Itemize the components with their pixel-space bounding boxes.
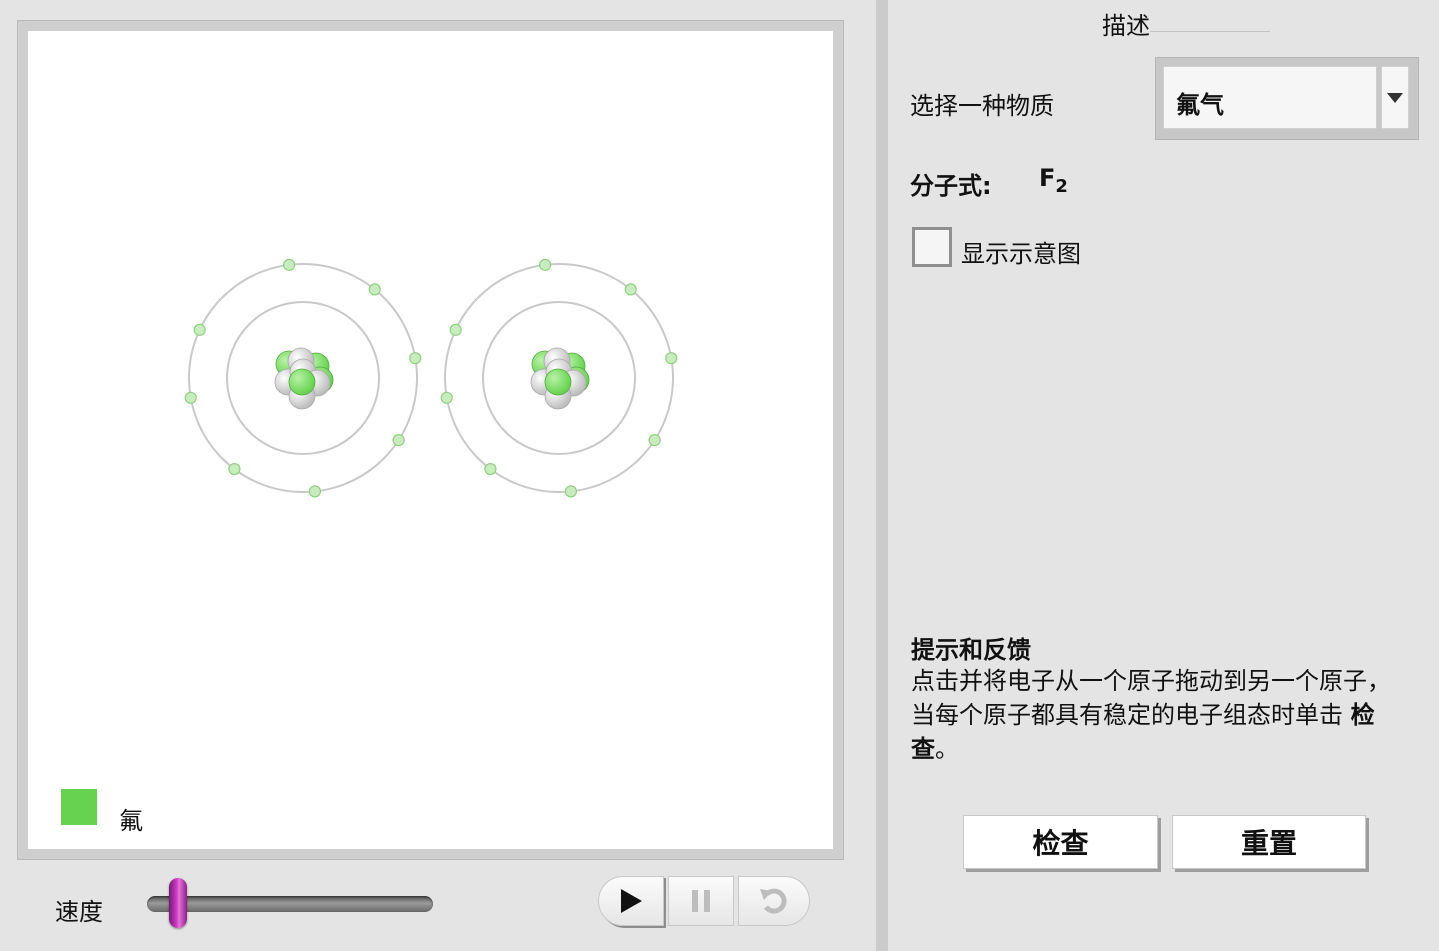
atoms-canvas (184, 258, 678, 498)
valence-electron[interactable] (193, 323, 206, 336)
check-button[interactable]: 检查 (963, 815, 1158, 869)
valence-electron[interactable] (368, 283, 381, 296)
valence-electron[interactable] (440, 391, 453, 404)
valence-electron[interactable] (184, 391, 197, 404)
valence-electron[interactable] (564, 485, 578, 498)
pane-divider (876, 0, 888, 951)
play-icon (621, 889, 642, 913)
legend-swatch-fluorine (61, 789, 97, 825)
valence-electron[interactable] (624, 283, 637, 296)
hint-text: 点击并将电子从一个原子拖动到另一个原子，当每个原子都具有稳定的电子组态时单击 检… (911, 664, 1411, 766)
reset-button[interactable]: 重置 (1172, 815, 1366, 869)
valence-electron[interactable] (283, 258, 296, 271)
dropdown-toggle[interactable] (1381, 66, 1409, 129)
formula-label: 分子式: (910, 172, 992, 200)
formula-value: F2 (1039, 164, 1068, 197)
hint-text-end: 。 (935, 735, 959, 763)
rewind-button[interactable] (738, 876, 810, 926)
hint-title: 提示和反馈 (911, 636, 1031, 664)
valence-electron[interactable] (539, 258, 552, 271)
valence-electron[interactable] (308, 485, 322, 498)
play-button[interactable] (598, 876, 664, 926)
legend-label: 氟 (119, 807, 143, 835)
substance-dropdown[interactable]: 氟气 (1155, 57, 1419, 140)
simulation-frame: 氟 (17, 20, 844, 860)
formula-base: F (1039, 164, 1056, 192)
valence-electron[interactable] (648, 433, 661, 447)
rewind-icon (760, 888, 787, 914)
pause-button[interactable] (668, 876, 734, 926)
hint-text-body: 点击并将电子从一个原子拖动到另一个原子，当每个原子都具有稳定的电子组态时单击 (911, 667, 1391, 729)
nucleus-particle (544, 368, 572, 396)
valence-electron[interactable] (665, 352, 678, 365)
nucleus-particle (288, 368, 316, 396)
fluorine-atom-1[interactable] (184, 258, 422, 498)
panel-title: 描述 (1102, 12, 1150, 40)
triangle-down-icon (1387, 92, 1403, 103)
valence-electron[interactable] (449, 323, 462, 336)
valence-electron[interactable] (409, 352, 422, 365)
valence-electron[interactable] (392, 433, 405, 447)
fluorine-atom-2[interactable] (440, 258, 678, 498)
speed-slider-thumb[interactable] (168, 878, 187, 928)
speed-label: 速度 (55, 898, 103, 926)
panel-title-underline (1150, 31, 1270, 32)
simulation-stage: 氟 (28, 31, 833, 849)
substance-selected-value[interactable]: 氟气 (1163, 66, 1377, 129)
formula-subscript: 2 (1055, 175, 1068, 197)
valence-electron[interactable] (484, 462, 497, 476)
speed-slider-track[interactable] (147, 896, 433, 912)
show-diagram-label: 显示示意图 (961, 240, 1081, 268)
pause-icon (692, 890, 710, 912)
substance-label: 选择一种物质 (910, 92, 1054, 120)
show-diagram-checkbox[interactable] (912, 227, 952, 267)
valence-electron[interactable] (228, 462, 241, 476)
